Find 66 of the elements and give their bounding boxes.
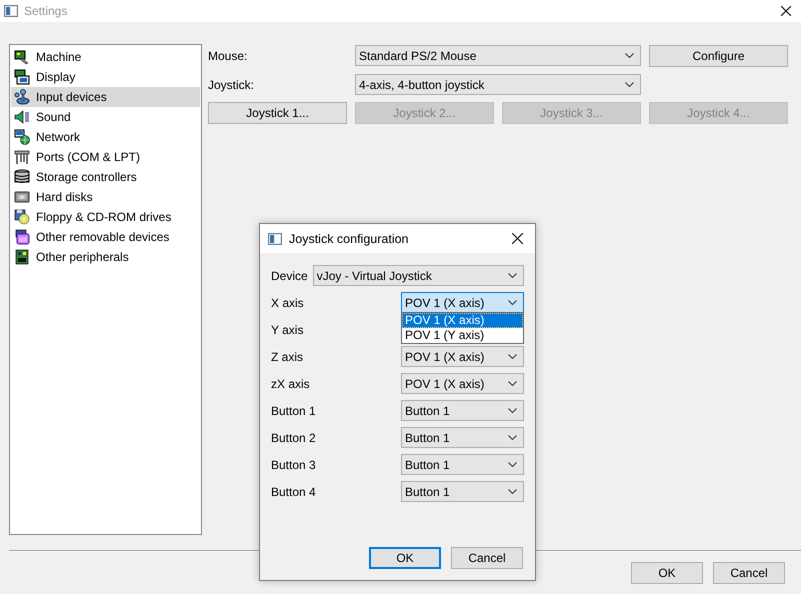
close-icon[interactable] (781, 6, 791, 16)
mouse-dropdown[interactable]: Standard PS/2 Mouse (355, 45, 641, 66)
mapping-label: X axis (271, 296, 304, 310)
mapping-label: Button 4 (271, 484, 316, 498)
dropdown-option[interactable]: POV 1 (Y axis) (402, 328, 523, 343)
chevron-down-icon (508, 462, 517, 467)
dialog-button[interactable]: OK (631, 562, 703, 584)
speaker-icon (14, 109, 30, 125)
computer-icon (14, 49, 30, 65)
chevron-down-icon (508, 408, 517, 413)
chevron-down-icon (625, 53, 634, 58)
mapping-dropdown[interactable]: Button 1 (401, 427, 524, 448)
window-title: Settings (24, 4, 68, 18)
mapping-label: Button 3 (271, 458, 316, 472)
chevron-down-icon (508, 273, 517, 278)
sidebar-item[interactable]: Other removable devices (11, 227, 200, 247)
configure-button[interactable]: Configure (649, 45, 788, 67)
joystick-dropdown[interactable]: 4-axis, 4-button joystick (355, 74, 641, 95)
window-icon (4, 5, 18, 17)
window-icon (268, 232, 282, 244)
disk-stack-icon (14, 169, 30, 185)
chevron-down-icon (508, 300, 517, 305)
sidebar-item[interactable]: Input devices (11, 87, 200, 107)
mapping-label: Button 2 (271, 430, 316, 444)
sidebar-item[interactable]: Machine (11, 47, 200, 67)
joystick-icon (14, 89, 30, 105)
circuit-board-icon (14, 249, 30, 265)
sidebar-item[interactable]: Network (11, 127, 200, 147)
chevron-down-icon (508, 489, 517, 494)
sidebar-item[interactable]: Ports (COM & LPT) (11, 147, 200, 167)
chevron-down-icon (625, 82, 634, 87)
close-icon[interactable] (512, 233, 522, 244)
chevron-down-icon (508, 435, 517, 440)
mapping-dropdown[interactable]: POV 1 (X axis) (401, 346, 524, 367)
mapping-label: Y axis (271, 322, 304, 336)
sidebar-item[interactable]: Storage controllers (11, 167, 200, 187)
dialog-button[interactable]: Cancel (713, 562, 785, 584)
sidebar-item[interactable]: Hard disks (11, 187, 200, 207)
device-label: Device (271, 268, 308, 282)
mouse-label: Mouse: (208, 48, 248, 64)
sidebar-item[interactable]: Other peripherals (11, 247, 200, 267)
mapping-dropdown[interactable]: Button 1 (401, 481, 524, 502)
port-icon (14, 149, 30, 165)
mapping-label: Button 1 (271, 404, 316, 418)
joystick-label: Joystick: (208, 76, 256, 94)
mapping-label: Z axis (271, 350, 304, 364)
sidebar-item[interactable]: Display (11, 67, 200, 87)
mapping-dropdown[interactable]: Button 1 (401, 454, 524, 475)
dialog-button[interactable]: OK (369, 547, 441, 569)
device-dropdown[interactable]: vJoy - Virtual Joystick (312, 265, 524, 286)
removable-drive-icon (14, 229, 30, 245)
floppy-disk-icon (14, 209, 30, 225)
sidebar-item[interactable]: Sound (11, 107, 200, 127)
dialog-button[interactable]: Cancel (451, 547, 523, 569)
dropdown-option[interactable]: POV 1 (X axis) (402, 313, 523, 328)
mapping-dropdown[interactable]: POV 1 (X axis) (401, 292, 524, 313)
mapping-dropdown[interactable]: POV 1 (X axis) (401, 373, 524, 394)
chevron-down-icon (508, 381, 517, 386)
monitor-icon (14, 69, 30, 85)
joystick-button[interactable]: Joystick 1... (208, 102, 347, 124)
chevron-down-icon (508, 354, 517, 359)
sidebar-item[interactable]: Floppy & CD-ROM drives (11, 207, 200, 227)
mapping-dropdown[interactable]: Button 1 (401, 400, 524, 421)
dialog-title: Joystick configuration (289, 232, 410, 246)
network-icon (14, 129, 30, 145)
mapping-label: zX axis (271, 376, 310, 390)
